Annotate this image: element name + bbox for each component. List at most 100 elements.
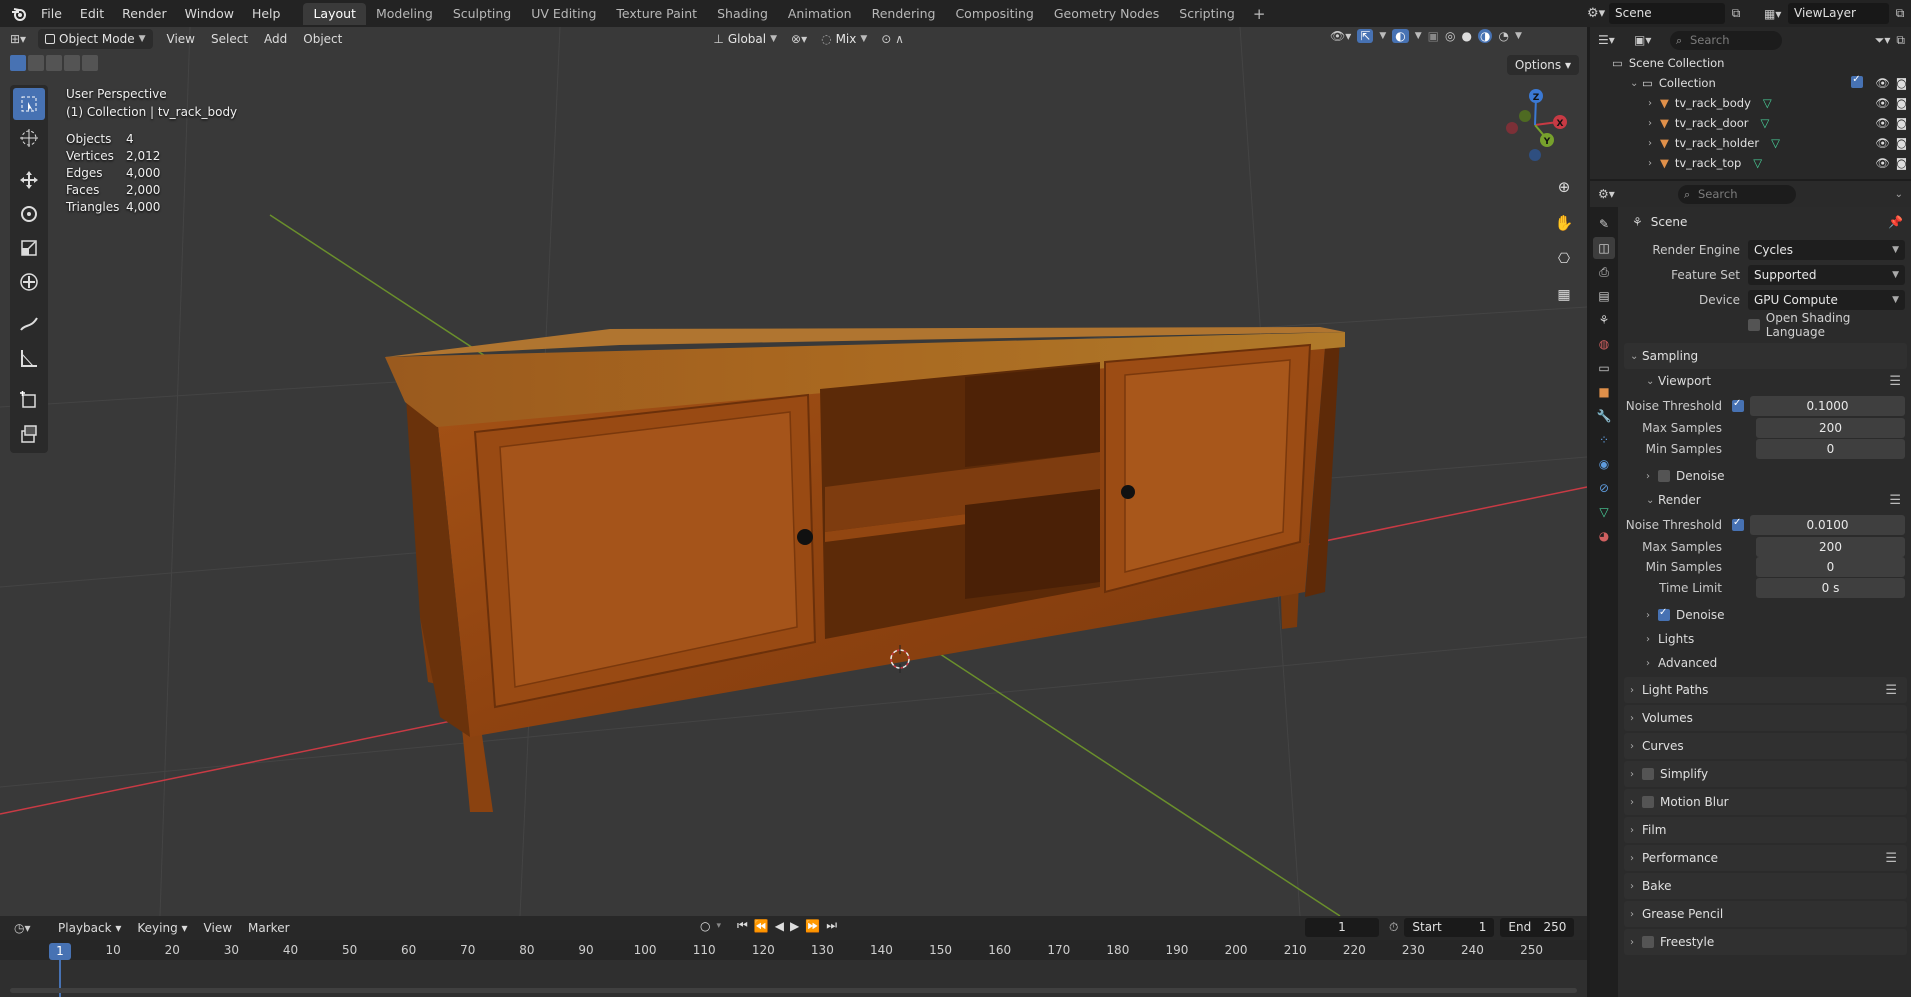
solid-shading-icon[interactable]: ● bbox=[1461, 29, 1471, 43]
outliner-object-row[interactable]: › ▼ tv_rack_holder ▽ 👁 ◙ bbox=[1590, 133, 1911, 153]
simplify-panel[interactable]: › Simplify bbox=[1624, 761, 1907, 787]
expand-chevron-icon[interactable]: › bbox=[1648, 138, 1660, 149]
bake-panel[interactable]: › Bake bbox=[1624, 873, 1907, 899]
outliner-object-row[interactable]: › ▼ tv_rack_body ▽ 👁 ◙ bbox=[1590, 93, 1911, 113]
transform-tool[interactable] bbox=[13, 266, 45, 298]
device-dropdown[interactable]: GPU Compute ▼ bbox=[1748, 289, 1905, 310]
freestyle-panel[interactable]: › Freestyle bbox=[1624, 929, 1907, 955]
tool-tab-icon[interactable]: ✎ bbox=[1593, 213, 1615, 235]
view-layer-name-field[interactable]: ViewLayer bbox=[1788, 3, 1889, 24]
add-workspace-button[interactable]: + bbox=[1245, 5, 1274, 23]
render-noise-threshold-field[interactable]: 0.0100 bbox=[1750, 514, 1905, 535]
new-collection-icon[interactable]: ⧉ bbox=[1896, 33, 1905, 48]
3d-viewport[interactable]: ⊞▾ Object Mode ▼ View Select Add Object … bbox=[0, 27, 1587, 916]
select-menu[interactable]: Select bbox=[203, 27, 256, 51]
start-frame-field[interactable]: Start 1 bbox=[1404, 918, 1495, 937]
camera-icon[interactable]: ◙ bbox=[1896, 96, 1907, 110]
record-icon[interactable]: ○ bbox=[700, 919, 710, 933]
playback-menu[interactable]: Playback ▾ bbox=[50, 916, 129, 940]
keying-menu[interactable]: Keying ▾ bbox=[129, 916, 195, 940]
tv-rack-model[interactable] bbox=[385, 327, 1345, 812]
eye-icon[interactable]: 👁 bbox=[1875, 136, 1890, 150]
scene-name-field[interactable]: Scene bbox=[1609, 3, 1725, 24]
pivot-dropdown[interactable]: ⊗▾ bbox=[784, 29, 814, 49]
tab-scripting[interactable]: Scripting bbox=[1169, 3, 1245, 25]
advanced-subpanel[interactable]: › Advanced bbox=[1624, 651, 1911, 675]
gizmo-toggle-icon[interactable]: ⇱ bbox=[1357, 29, 1374, 43]
properties-editor-type-icon[interactable]: ⚙▾ bbox=[1598, 187, 1678, 201]
scale-tool[interactable] bbox=[13, 232, 45, 264]
render-noise-threshold-checkbox[interactable] bbox=[1732, 517, 1744, 531]
scene-collection-row[interactable]: ▭ Scene Collection bbox=[1590, 53, 1911, 73]
performance-panel[interactable]: › Performance ☰ bbox=[1624, 845, 1907, 871]
stopwatch-icon[interactable]: ⏱ bbox=[1389, 920, 1398, 935]
properties-options-icon[interactable]: ⌄ bbox=[1895, 189, 1903, 200]
orientation-dropdown[interactable]: ⊥ Global ▼ bbox=[706, 29, 784, 49]
menu-help[interactable]: Help bbox=[243, 0, 290, 27]
viewport-denoise-subpanel[interactable]: › Denoise bbox=[1624, 464, 1911, 488]
scene-selector[interactable]: ⚙▾ Scene ⧉ bbox=[1587, 3, 1747, 24]
tab-texture-paint[interactable]: Texture Paint bbox=[606, 3, 707, 25]
render-denoise-subpanel[interactable]: › Denoise bbox=[1624, 603, 1911, 627]
xray-toggle-icon[interactable]: ▣ bbox=[1428, 29, 1439, 43]
viewport-subpanel-header[interactable]: ⌄ Viewport ☰ bbox=[1624, 369, 1911, 393]
time-limit-field[interactable]: 0 s bbox=[1756, 578, 1905, 598]
tab-layout[interactable]: Layout bbox=[303, 2, 366, 25]
jump-end-icon[interactable]: ⏭ bbox=[826, 918, 837, 933]
measure-tool[interactable] bbox=[13, 342, 45, 374]
wireframe-shading-icon[interactable]: ◎ bbox=[1445, 29, 1455, 43]
pan-hand-icon[interactable]: ✋ bbox=[1550, 209, 1578, 237]
gizmo-neg-z[interactable] bbox=[1529, 149, 1541, 161]
tab-sculpting[interactable]: Sculpting bbox=[443, 3, 521, 25]
options-dropdown[interactable]: Options ▾ bbox=[1506, 55, 1579, 75]
outliner-object-row[interactable]: › ▼ tv_rack_top ▽ 👁 ◙ bbox=[1590, 153, 1911, 173]
list-icon[interactable]: ☰ bbox=[1889, 493, 1901, 508]
select-invert-icon[interactable] bbox=[64, 55, 80, 71]
physics-tab-icon[interactable]: ◉ bbox=[1593, 453, 1615, 475]
view-menu[interactable]: View bbox=[159, 27, 203, 51]
expand-chevron-icon[interactable]: ⌄ bbox=[1630, 78, 1642, 89]
current-frame-field[interactable]: 1 bbox=[1305, 918, 1379, 937]
lights-subpanel[interactable]: › Lights bbox=[1624, 627, 1911, 651]
freestyle-checkbox[interactable] bbox=[1642, 936, 1654, 948]
editor-type-icon[interactable]: ⊞▾ bbox=[0, 32, 34, 46]
object-menu[interactable]: Object bbox=[295, 27, 350, 51]
zoom-icon[interactable]: ⊕ bbox=[1550, 173, 1578, 201]
osl-checkbox[interactable] bbox=[1748, 318, 1760, 331]
viewport-max-samples-field[interactable]: 200 bbox=[1756, 418, 1905, 438]
shading-dropdown-icon[interactable]: ▼ bbox=[1515, 31, 1522, 41]
list-icon[interactable]: ☰ bbox=[1885, 683, 1897, 698]
extrude-tool[interactable] bbox=[13, 418, 45, 450]
timeline-scrollbar[interactable] bbox=[10, 988, 1577, 993]
scene-tab-icon[interactable]: ⚘ bbox=[1593, 309, 1615, 331]
noise-threshold-checkbox[interactable] bbox=[1732, 398, 1744, 412]
proportional-edit-button[interactable]: ⊙ ∧ bbox=[874, 29, 911, 49]
cursor-tool[interactable] bbox=[13, 122, 45, 154]
render-denoise-checkbox[interactable] bbox=[1658, 607, 1670, 621]
timeline-editor-type-icon[interactable]: ◷▾ bbox=[0, 921, 50, 935]
snap-dropdown[interactable]: ◌ Mix ▼ bbox=[814, 29, 874, 49]
render-max-samples-field[interactable]: 200 bbox=[1756, 537, 1905, 557]
record-dropdown-icon[interactable]: ▾ bbox=[716, 921, 721, 931]
menu-render[interactable]: Render bbox=[113, 0, 176, 27]
tab-shading[interactable]: Shading bbox=[707, 3, 778, 25]
new-scene-icon[interactable]: ⧉ bbox=[1725, 6, 1747, 21]
motion-blur-panel[interactable]: › Motion Blur bbox=[1624, 789, 1907, 815]
jump-keyframe-forward-icon[interactable]: ⏩ bbox=[805, 919, 820, 933]
outliner-search-input[interactable]: ⌕ Search bbox=[1670, 30, 1782, 50]
display-mode-icon[interactable]: ▣▾ bbox=[1634, 33, 1664, 47]
render-tab-icon[interactable]: ◫ bbox=[1593, 237, 1615, 259]
collection-include-checkbox[interactable] bbox=[1851, 74, 1864, 88]
output-tab-icon[interactable]: ⎙ bbox=[1593, 261, 1615, 283]
expand-chevron-icon[interactable]: › bbox=[1648, 118, 1660, 129]
grease-pencil-panel[interactable]: › Grease Pencil bbox=[1624, 901, 1907, 927]
viewport-noise-threshold-field[interactable]: 0.1000 bbox=[1750, 395, 1905, 416]
material-tab-icon[interactable]: ◕ bbox=[1593, 525, 1615, 547]
marker-menu[interactable]: Marker bbox=[240, 916, 297, 940]
gizmo-neg-x[interactable] bbox=[1506, 122, 1518, 134]
camera-icon[interactable]: ◙ bbox=[1896, 116, 1907, 130]
tab-compositing[interactable]: Compositing bbox=[945, 3, 1043, 25]
viewport-min-samples-field[interactable]: 0 bbox=[1756, 439, 1905, 459]
curves-panel[interactable]: › Curves bbox=[1624, 733, 1907, 759]
timeline-ruler[interactable]: 10 20 30 40 50 60 70 80 90 100 110 120 130 140 150 160 1… bbox=[0, 940, 1587, 997]
